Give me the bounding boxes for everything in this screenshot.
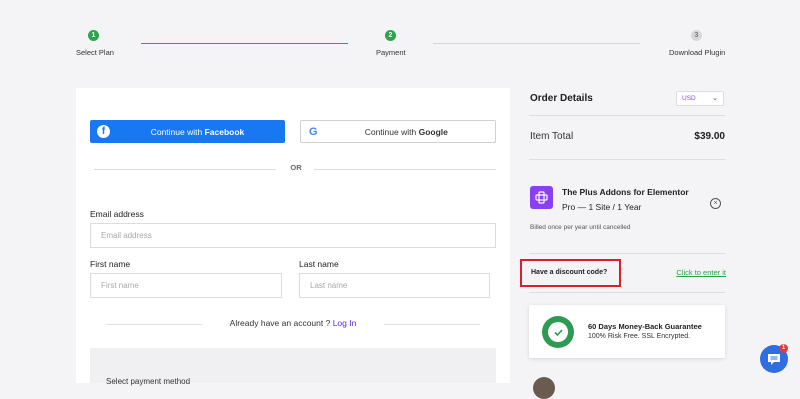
avatar bbox=[533, 377, 555, 399]
plus-addons-icon bbox=[535, 191, 548, 204]
chevron-down-icon: ⌄ bbox=[712, 95, 718, 102]
checkout-stepper: 1 Select Plan 2 Payment 3 Download Plugi… bbox=[0, 0, 800, 70]
order-divider-2 bbox=[529, 159, 725, 160]
remove-product-icon[interactable]: × bbox=[710, 198, 721, 209]
last-name-field[interactable] bbox=[299, 273, 490, 298]
discount-code-label: Have a discount code? bbox=[531, 269, 608, 276]
or-divider-line-right bbox=[314, 169, 496, 170]
step-connector-1 bbox=[141, 43, 348, 44]
item-total-value: $39.00 bbox=[694, 131, 725, 142]
step-3-indicator: 3 bbox=[691, 30, 702, 41]
payment-method-section: Select payment method bbox=[90, 348, 496, 386]
first-name-label: First name bbox=[90, 259, 131, 269]
step-2-label: Payment bbox=[376, 48, 406, 57]
signup-card: f Continue with Facebook G Continue with… bbox=[76, 88, 510, 386]
continue-with-facebook-button[interactable]: f Continue with Facebook bbox=[90, 120, 285, 143]
currency-value: USD bbox=[682, 95, 696, 102]
money-back-guarantee-card: 60 Days Money-Back Guarantee 100% Risk F… bbox=[529, 305, 725, 358]
guarantee-badge-icon bbox=[542, 316, 574, 348]
or-divider: OR bbox=[94, 163, 496, 175]
order-details-title: Order Details bbox=[530, 93, 593, 104]
order-divider-4 bbox=[529, 292, 725, 293]
email-field[interactable] bbox=[90, 223, 496, 248]
facebook-button-brand: Facebook bbox=[204, 126, 245, 137]
facebook-button-prefix: Continue with bbox=[150, 126, 205, 137]
product-name: The Plus Addons for Elementor bbox=[562, 187, 689, 197]
product-info: The Plus Addons for Elementor Pro — 1 Si… bbox=[562, 185, 702, 215]
login-prompt-row: Already have an account ? Log In bbox=[106, 317, 480, 331]
email-label: Email address bbox=[90, 209, 144, 219]
google-button-brand: Google bbox=[418, 126, 448, 137]
step-1-indicator: 1 bbox=[88, 30, 99, 41]
google-icon: G bbox=[309, 125, 318, 138]
first-name-field[interactable] bbox=[90, 273, 282, 298]
login-divider-left bbox=[106, 324, 202, 325]
login-prompt-text: Already have an account ? bbox=[229, 318, 333, 328]
facebook-icon: f bbox=[97, 125, 110, 138]
step-3-label: Download Plugin bbox=[669, 48, 726, 57]
item-total-label: Item Total bbox=[530, 131, 574, 142]
step-1-label: Select Plan bbox=[76, 48, 114, 57]
product-logo-icon bbox=[530, 186, 553, 209]
chat-notification-badge: 1 bbox=[779, 344, 788, 353]
checkmark-icon bbox=[553, 328, 563, 336]
continue-with-google-button[interactable]: G Continue with Google bbox=[300, 120, 496, 143]
order-divider-3 bbox=[529, 253, 725, 254]
step-2-indicator: 2 bbox=[385, 30, 396, 41]
login-link[interactable]: Log In bbox=[333, 318, 357, 328]
or-divider-text: OR bbox=[290, 163, 302, 172]
enter-discount-link[interactable]: Click to enter it bbox=[660, 268, 726, 277]
or-divider-line-left bbox=[94, 169, 276, 170]
billing-note: Billed once per year until cancelled bbox=[530, 224, 631, 231]
currency-select[interactable]: USD ⌄ bbox=[676, 91, 724, 106]
payment-method-label: Select payment method bbox=[106, 377, 191, 386]
google-button-prefix: Continue with bbox=[364, 126, 419, 137]
last-name-label: Last name bbox=[299, 259, 339, 269]
guarantee-title: 60 Days Money-Back Guarantee bbox=[588, 322, 702, 331]
login-divider-right bbox=[384, 324, 480, 325]
chat-icon bbox=[768, 353, 780, 365]
product-plan: Pro — 1 Site / 1 Year bbox=[562, 202, 642, 212]
guarantee-subtitle: 100% Risk Free. SSL Encrypted. bbox=[588, 333, 691, 340]
step-connector-2 bbox=[433, 43, 640, 44]
order-divider-1 bbox=[529, 115, 725, 116]
